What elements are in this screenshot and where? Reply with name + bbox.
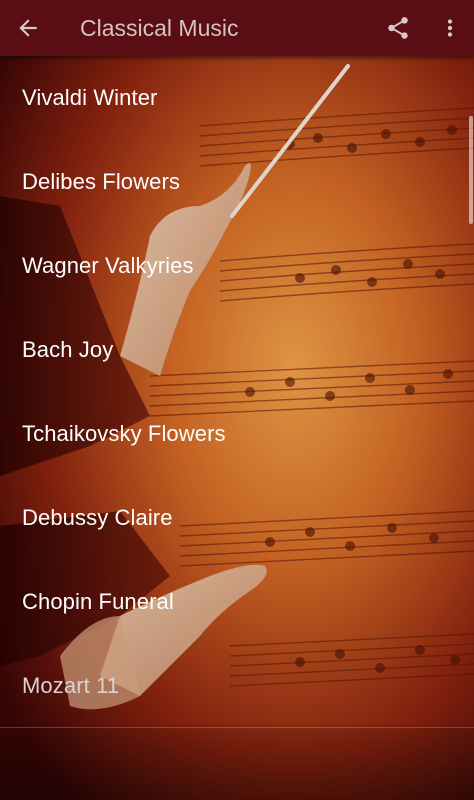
more-vert-icon <box>447 19 453 37</box>
song-title: Vivaldi Winter <box>22 85 158 110</box>
share-icon <box>388 17 408 39</box>
song-title: Wagner Valkyries <box>22 253 194 278</box>
app-screen: Classical Music Vivaldi Winter Delibes F… <box>0 0 474 800</box>
song-title: Mozart 11 <box>22 672 120 698</box>
list-item[interactable]: Debussy Claire <box>0 476 474 560</box>
list-item[interactable]: Vivaldi Winter <box>0 56 474 140</box>
app-bar: Classical Music <box>0 0 474 56</box>
list-item[interactable]: Delibes Flowers <box>0 140 474 224</box>
list-item[interactable]: Chopin Funeral <box>0 560 474 644</box>
arrow-back-icon <box>19 19 37 37</box>
overflow-menu-button[interactable] <box>426 0 474 56</box>
back-button[interactable] <box>0 0 56 56</box>
list-item[interactable]: Bach Joy <box>0 308 474 392</box>
song-title: Debussy Claire <box>22 505 173 530</box>
list-item[interactable]: Wagner Valkyries <box>0 224 474 308</box>
scrollbar[interactable] <box>469 116 473 224</box>
song-title: Bach Joy <box>22 337 114 362</box>
song-title: Chopin Funeral <box>22 589 174 614</box>
song-list-container[interactable]: Vivaldi Winter Delibes Flowers Wagner Va… <box>0 56 474 800</box>
page-title: Classical Music <box>80 14 239 41</box>
list-item[interactable]: Mozart 11 <box>0 644 474 728</box>
bottom-fade <box>0 724 474 800</box>
song-list: Vivaldi Winter Delibes Flowers Wagner Va… <box>0 56 474 728</box>
list-item[interactable]: Tchaikovsky Flowers <box>0 392 474 476</box>
song-title: Delibes Flowers <box>22 169 180 194</box>
share-button[interactable] <box>370 0 426 56</box>
song-title: Tchaikovsky Flowers <box>22 421 226 446</box>
